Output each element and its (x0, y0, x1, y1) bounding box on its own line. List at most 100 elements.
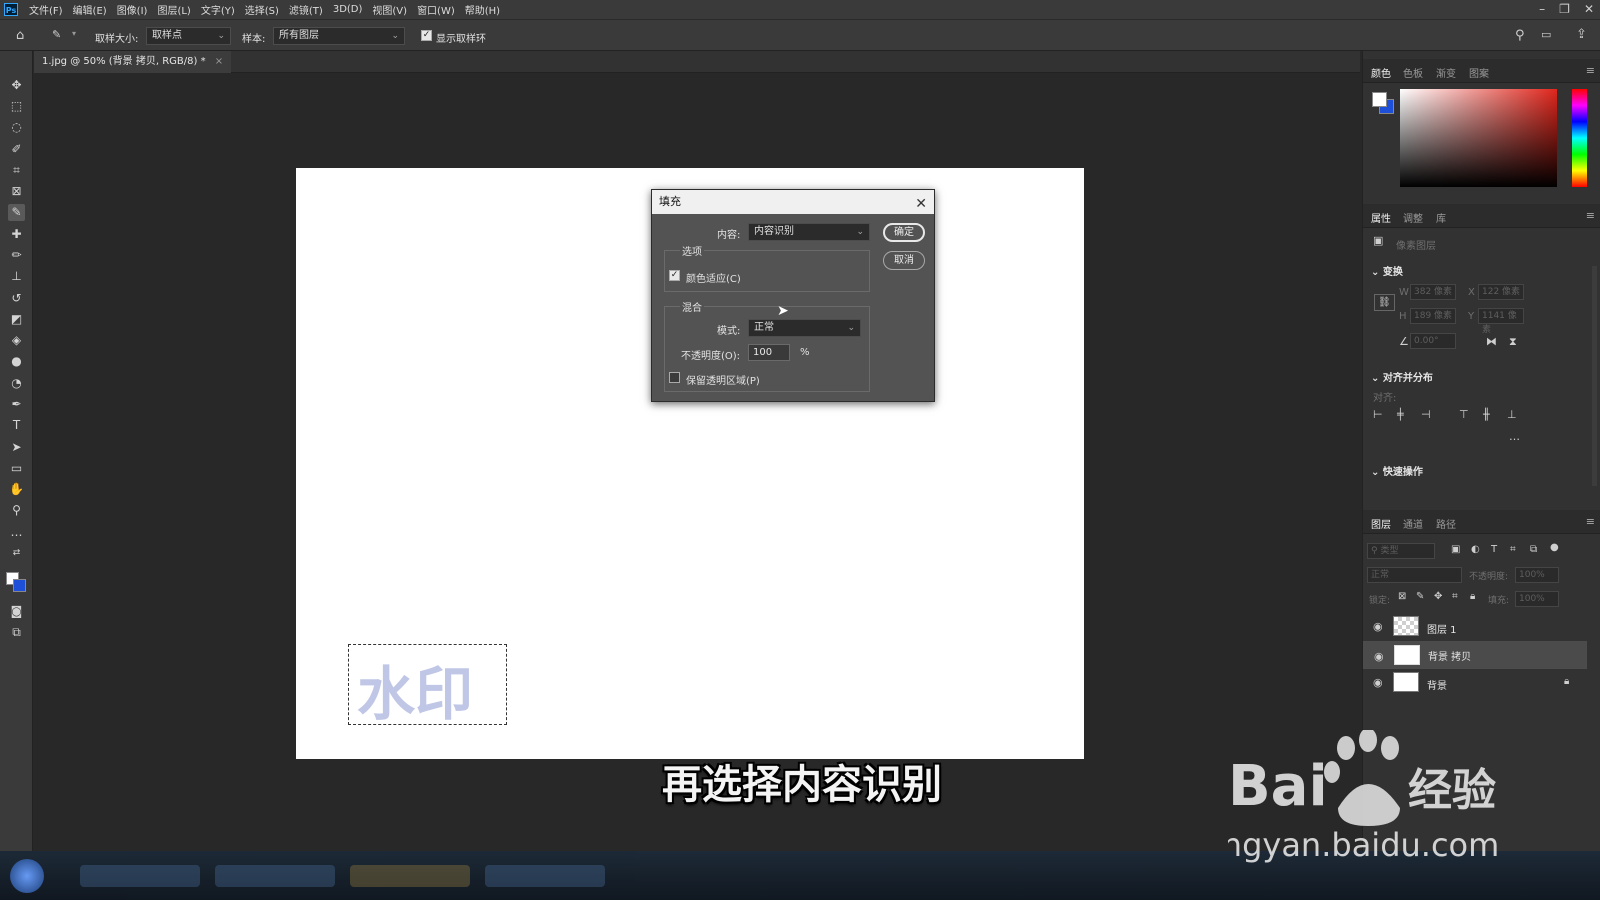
close-tab-icon[interactable]: × (215, 56, 223, 67)
brush-tool-icon[interactable]: ✏ (8, 247, 25, 264)
ok-button[interactable]: 确定 (883, 223, 925, 242)
align-bottom-icon[interactable]: ⊥ (1507, 408, 1517, 421)
document-tab[interactable]: 1.jpg @ 50% (背景 拷贝, RGB/8) * × (34, 51, 232, 73)
align-right-icon[interactable]: ⊣ (1421, 408, 1431, 421)
filter-type-icon[interactable]: T (1491, 544, 1497, 555)
close-window-icon[interactable]: ✕ (1584, 2, 1594, 16)
dialog-title-bar[interactable]: 填充 ✕ (652, 190, 934, 214)
eyedropper-tool-icon[interactable]: ✎ (8, 204, 25, 221)
tab-layers[interactable]: 图层 (1371, 516, 1391, 531)
lock-position-icon[interactable]: ✥ (1434, 591, 1442, 602)
lock-transparent-icon[interactable]: ⊠ (1398, 591, 1406, 602)
h-input[interactable]: 189 像素 (1410, 308, 1456, 324)
menu-image[interactable]: 图像(I) (112, 2, 153, 17)
tab-color[interactable]: 颜色 (1371, 65, 1391, 80)
marquee-tool-icon[interactable]: ⬚ (8, 98, 25, 115)
rectangle-tool-icon[interactable]: ▭ (8, 460, 25, 477)
minimize-icon[interactable]: – (1539, 2, 1545, 16)
flip-horizontal-icon[interactable]: ⧓ (1486, 335, 1497, 348)
restore-icon[interactable]: ❐ (1559, 2, 1570, 16)
hue-slider[interactable] (1572, 89, 1587, 187)
hand-tool-icon[interactable]: ✋ (8, 481, 25, 498)
menu-3d[interactable]: 3D(D) (328, 4, 368, 15)
healing-brush-tool-icon[interactable]: ✚ (8, 226, 25, 243)
layer-filter-select[interactable]: ⚲ 类型 (1367, 543, 1435, 559)
more-options-icon[interactable]: … (1509, 430, 1520, 443)
zoom-tool-icon[interactable]: ⚲ (8, 502, 25, 519)
angle-input[interactable]: 0.00° (1410, 333, 1456, 349)
sample-select[interactable]: 所有图层 ⌄ (273, 27, 405, 45)
tab-channels[interactable]: 通道 (1403, 516, 1423, 531)
align-section-title[interactable]: ⌄ 对齐并分布 (1371, 369, 1433, 384)
color-field[interactable] (1400, 89, 1557, 187)
filter-pixel-icon[interactable]: ▣ (1451, 544, 1460, 555)
cancel-button[interactable]: 取消 (883, 251, 925, 270)
layer-opacity-input[interactable]: 100% (1515, 567, 1559, 583)
menu-select[interactable]: 选择(S) (240, 2, 284, 17)
taskbar-item[interactable] (80, 865, 200, 887)
paint-bucket-tool-icon[interactable]: ◈ (8, 332, 25, 349)
search-icon[interactable]: ⚲ (1515, 28, 1525, 43)
tab-libraries[interactable]: 库 (1436, 210, 1446, 225)
tab-properties[interactable]: 属性 (1371, 210, 1391, 225)
blur-tool-icon[interactable]: ● (8, 353, 25, 370)
photoshop-logo-icon[interactable]: Ps (4, 3, 18, 16)
taskbar-item[interactable] (215, 865, 335, 887)
dodge-tool-icon[interactable]: ◔ (8, 375, 25, 392)
visibility-eye-icon[interactable]: ◉ (1374, 649, 1384, 665)
menu-view[interactable]: 视图(V) (367, 2, 412, 17)
menu-file[interactable]: 文件(F) (24, 2, 68, 17)
eyedropper-preset-icon[interactable]: ✎ (52, 28, 61, 41)
quick-actions-section-title[interactable]: ⌄ 快速操作 (1371, 463, 1423, 478)
filter-smart-object-icon[interactable]: ⧉ (1530, 544, 1537, 555)
panel-menu-icon[interactable]: ≡ (1586, 515, 1595, 528)
properties-scrollbar[interactable] (1592, 266, 1597, 486)
home-icon[interactable]: ⌂ (16, 28, 24, 43)
type-tool-icon[interactable]: T (8, 417, 25, 434)
transform-section-title[interactable]: ⌄ 变换 (1371, 263, 1403, 278)
history-brush-tool-icon[interactable]: ↺ (8, 290, 25, 307)
lasso-tool-icon[interactable]: ◌ (8, 119, 25, 136)
background-color-swatch[interactable] (13, 579, 26, 592)
frame-tool-icon[interactable]: ⊠ (8, 183, 25, 200)
menu-filter[interactable]: 滤镜(T) (284, 2, 328, 17)
content-select[interactable]: 内容识别 ⌄ (748, 223, 870, 241)
tab-adjustments[interactable]: 调整 (1403, 210, 1423, 225)
show-ring-checkbox[interactable]: ✓ (421, 30, 432, 41)
menu-edit[interactable]: 编辑(E) (68, 2, 112, 17)
layer-row[interactable]: ◉ 图层 1 (1363, 613, 1587, 641)
filter-shape-icon[interactable]: ⌗ (1510, 544, 1516, 555)
taskbar-item[interactable] (485, 865, 605, 887)
lock-all-icon[interactable]: 🔒︎ (1470, 591, 1475, 602)
layer-row[interactable]: ◉ 背景 拷贝 (1363, 641, 1587, 669)
lock-artboard-icon[interactable]: ⌗ (1452, 591, 1458, 602)
menu-help[interactable]: 帮助(H) (460, 2, 505, 17)
sample-size-select[interactable]: 取样点 ⌄ (146, 27, 231, 45)
align-top-icon[interactable]: ⊤ (1459, 408, 1469, 421)
chevron-down-icon[interactable]: ▾ (72, 29, 76, 38)
selection-marquee[interactable]: 水印 (348, 644, 507, 728)
panel-menu-icon[interactable]: ≡ (1586, 209, 1595, 222)
visibility-eye-icon[interactable]: ◉ (1373, 620, 1383, 633)
menu-type[interactable]: 文字(Y) (196, 2, 240, 17)
quick-select-tool-icon[interactable]: ✐ (8, 141, 25, 158)
filter-toggle-icon[interactable]: ● (1550, 542, 1559, 553)
swap-colors-icon[interactable]: ⇄ (8, 545, 25, 562)
mode-select[interactable]: 正常 ⌄ (748, 319, 861, 337)
eraser-tool-icon[interactable]: ◩ (8, 311, 25, 328)
close-icon[interactable]: ✕ (915, 192, 927, 216)
tab-paths[interactable]: 路径 (1436, 516, 1456, 531)
quick-mask-icon[interactable]: ◙ (8, 603, 25, 620)
y-input[interactable]: 1141 像素 (1478, 308, 1524, 335)
filter-adjustment-icon[interactable]: ◐ (1471, 544, 1480, 555)
start-button-icon[interactable] (10, 859, 44, 893)
lock-image-icon[interactable]: ✎ (1416, 591, 1424, 602)
pen-tool-icon[interactable]: ✒ (8, 396, 25, 413)
crop-tool-icon[interactable]: ⌗ (8, 162, 25, 179)
align-middle-v-icon[interactable]: ╫ (1483, 408, 1490, 421)
taskbar-item[interactable] (350, 865, 470, 887)
x-input[interactable]: 122 像素 (1478, 284, 1524, 300)
tab-swatches[interactable]: 色板 (1403, 65, 1423, 80)
align-center-h-icon[interactable]: ╪ (1397, 408, 1404, 421)
menu-window[interactable]: 窗口(W) (412, 2, 460, 17)
